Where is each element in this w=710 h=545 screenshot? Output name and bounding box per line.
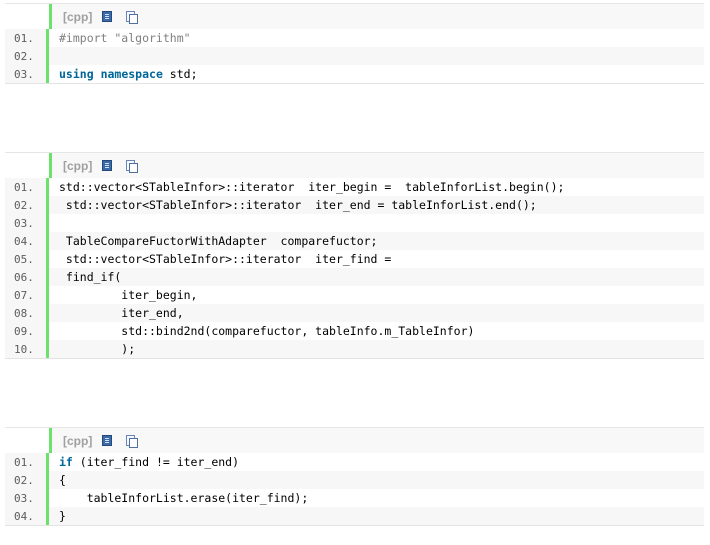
code-token: ); — [59, 342, 136, 356]
line-number: 04. — [5, 232, 49, 250]
code-line: 02. { — [5, 471, 704, 489]
code-line: 01. std::vector<STableInfor>::iterator it… — [5, 178, 704, 196]
code-line: 09. std::bind2nd(comparefuctor, tableInf… — [5, 322, 704, 340]
toolbar-gutter — [5, 428, 52, 453]
code-text: if (iter_find != iter_end) — [49, 455, 239, 469]
line-number: 02. — [5, 196, 49, 214]
line-number: 05. — [5, 250, 49, 268]
line-number: 08. — [5, 304, 49, 322]
language-label: [cpp] — [63, 158, 93, 173]
code-text: ); — [49, 342, 135, 356]
code-token: TableCompareFuctorWithAdapter comparefuc… — [59, 234, 378, 248]
line-number: 02. — [5, 47, 49, 65]
code-text: { — [49, 473, 66, 487]
line-number: 07. — [5, 286, 49, 304]
code-block-2: [cpp] 01.std::vector<STableInfor>::itera… — [5, 152, 704, 359]
keyword-token: namespace — [100, 67, 163, 81]
code-token: std::vector<STableInfor>::iterator iter_… — [59, 180, 565, 194]
code-line: 02. std::vector<STableInfor>::iterator i… — [5, 196, 704, 214]
code-text: tableInforList.erase(iter_find); — [49, 491, 309, 505]
code-line: 04.} — [5, 507, 704, 525]
code-text: #import "algorithm" — [49, 31, 191, 45]
code-text: std::vector<STableInfor>::iterator iter_… — [49, 180, 564, 194]
code-line: 03. — [5, 214, 704, 232]
code-text: std::bind2nd(comparefuctor, tableInfo.m_… — [49, 324, 474, 338]
code-token: std; — [162, 67, 198, 81]
view-source-icon[interactable] — [102, 160, 113, 171]
code-line: 08. iter_end, — [5, 304, 704, 322]
copy-icon[interactable] — [126, 434, 139, 448]
code-text: using namespace std; — [49, 67, 198, 81]
code-token: } — [59, 509, 66, 523]
language-label: [cpp] — [63, 433, 93, 448]
code-text: iter_begin, — [49, 288, 197, 302]
code-text: } — [49, 509, 66, 523]
code-lines: 01.std::vector<STableInfor>::iterator it… — [5, 178, 704, 358]
code-line: 05. std::vector<STableInfor>::iterator i… — [5, 250, 704, 268]
code-line: 02. — [5, 47, 704, 65]
keyword-token: if — [59, 455, 73, 469]
toolbar-gutter — [5, 4, 52, 29]
code-token: std::vector<STableInfor>::iterator iter_… — [59, 198, 537, 212]
code-token: find_if( — [59, 270, 122, 284]
language-label: [cpp] — [63, 9, 93, 24]
line-number: 01. — [5, 178, 49, 196]
code-text: find_if( — [49, 270, 121, 284]
view-source-icon[interactable] — [102, 435, 113, 446]
line-number: 03. — [5, 214, 49, 232]
copy-icon[interactable] — [126, 10, 139, 24]
code-token: iter_begin, — [59, 288, 198, 302]
code-block-3: [cpp] 01. if (iter_find != iter_end) 02.{0… — [5, 427, 704, 526]
line-number: 06. — [5, 268, 49, 286]
code-line: 04. TableCompareFuctorWithAdapter compar… — [5, 232, 704, 250]
view-source-icon[interactable] — [102, 11, 113, 22]
line-number: 03. — [5, 65, 49, 83]
code-lines: 01. #import "algorithm" 02. 03. using namesp… — [5, 29, 704, 83]
code-toolbar: [cpp] — [5, 3, 704, 29]
code-line: 07. iter_begin, — [5, 286, 704, 304]
code-toolbar: [cpp] — [5, 152, 704, 178]
line-number: 01. — [5, 453, 49, 471]
code-line: 03. tableInforList.erase(iter_find); — [5, 489, 704, 507]
keyword-token: using — [59, 67, 94, 81]
line-number: 04. — [5, 507, 49, 525]
line-number: 01. — [5, 29, 49, 47]
code-lines: 01. if (iter_find != iter_end) 02.{03. tab… — [5, 453, 704, 525]
code-text: TableCompareFuctorWithAdapter comparefuc… — [49, 234, 378, 248]
code-block-1: [cpp] 01. #import "algorithm" 02. 03. using … — [5, 3, 704, 84]
line-number: 09. — [5, 322, 49, 340]
code-line: 03. using namespace std; — [5, 65, 704, 83]
line-number: 02. — [5, 471, 49, 489]
copy-icon[interactable] — [126, 159, 139, 173]
code-line: 01. #import "algorithm" — [5, 29, 704, 47]
code-line: 01. if (iter_find != iter_end) — [5, 453, 704, 471]
toolbar-gutter — [5, 153, 52, 178]
code-line: 06. find_if( — [5, 268, 704, 286]
code-token: { — [59, 473, 66, 487]
line-number: 03. — [5, 489, 49, 507]
code-token: iter_end, — [59, 306, 184, 320]
code-text: std::vector<STableInfor>::iterator iter_… — [49, 252, 391, 266]
preprocessor-token: #import "algorithm" — [59, 31, 191, 45]
code-token: (iter_find != iter_end) — [72, 455, 240, 469]
code-line: 10. ); — [5, 340, 704, 358]
code-token: std::bind2nd(comparefuctor, tableInfo.m_… — [59, 324, 475, 338]
code-text: std::vector<STableInfor>::iterator iter_… — [49, 198, 537, 212]
code-token: tableInforList.erase(iter_find); — [59, 491, 309, 505]
code-text: iter_end, — [49, 306, 184, 320]
code-toolbar: [cpp] — [5, 427, 704, 453]
line-number: 10. — [5, 340, 49, 358]
code-token: std::vector<STableInfor>::iterator iter_… — [59, 252, 392, 266]
